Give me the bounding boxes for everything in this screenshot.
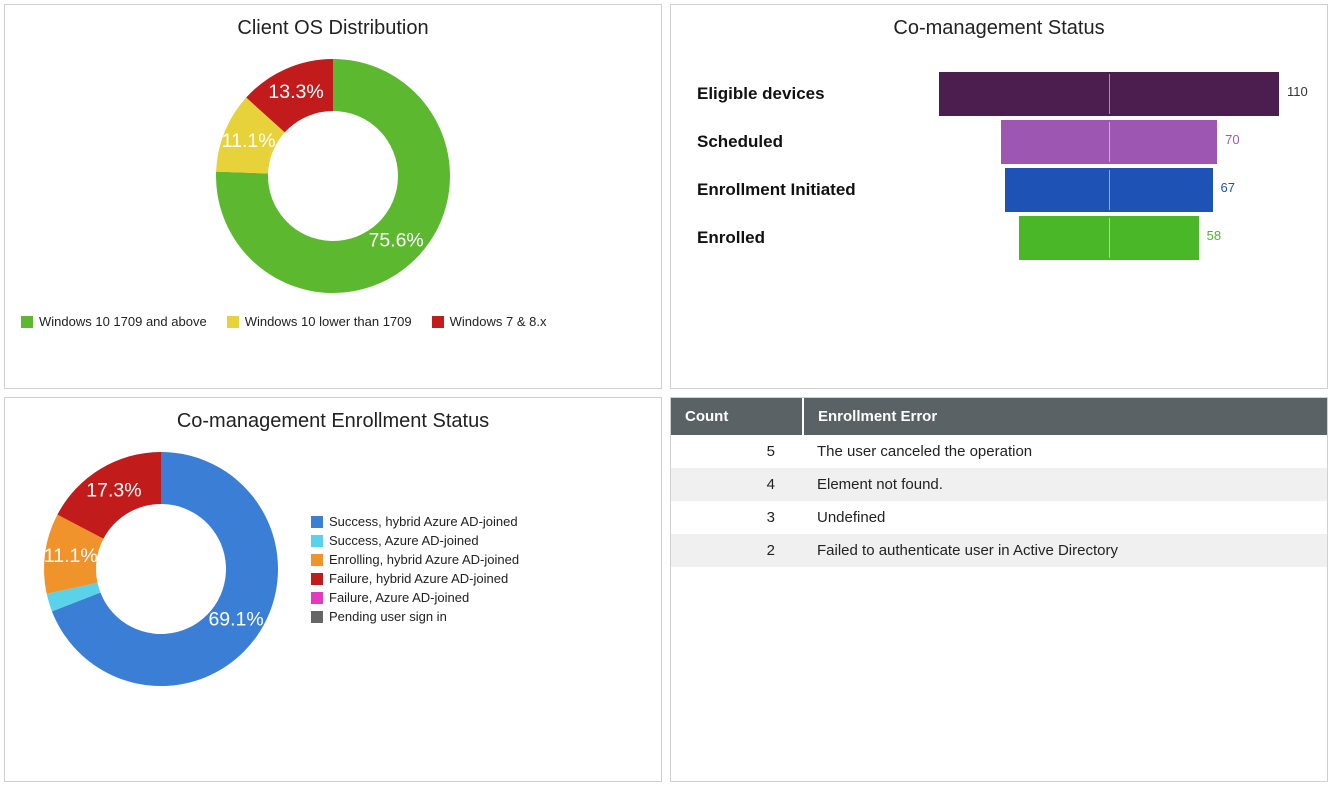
legend-item[interactable]: Enrolling, hybrid Azure AD-joined [311,552,519,567]
funnel-bar-value: 70 [1225,132,1239,147]
legend-label: Windows 7 & 8.x [450,314,547,329]
funnel-chart[interactable]: Eligible devicesScheduledEnrollment Init… [687,70,1311,270]
funnel-bar[interactable] [1005,168,1212,212]
legend-item[interactable]: Success, Azure AD-joined [311,533,519,548]
legend-label: Windows 10 1709 and above [39,314,207,329]
funnel-bar-value: 67 [1221,180,1235,195]
error-table: Count Enrollment Error 5The user cancele… [671,398,1327,567]
card-enrollment-status: Co-management Enrollment Status 69.1% 11.… [4,397,662,782]
donut-slice-label: 13.3% [268,81,323,103]
legend-item[interactable]: Pending user sign in [311,609,519,624]
donut-os-wrap: 75.6% 11.1% 13.3% [21,46,645,306]
legend-label: Success, hybrid Azure AD-joined [329,514,518,529]
legend-label: Failure, hybrid Azure AD-joined [329,571,508,586]
legend-swatch [311,573,323,585]
legend-label: Windows 10 lower than 1709 [245,314,412,329]
donut-enroll-wrap: 69.1% 11.1% 17.3% Success, hybrid Azure AD… [21,439,645,699]
table-cell-count: 4 [671,468,803,501]
legend-item[interactable]: Failure, Azure AD-joined [311,590,519,605]
donut-slice-label: 17.3% [86,479,141,501]
legend-swatch [311,535,323,547]
table-header-error[interactable]: Enrollment Error [803,398,1327,435]
donut-slice-label: 75.6% [368,230,423,252]
table-header-count[interactable]: Count [671,398,803,435]
legend-swatch [311,516,323,528]
legend-label: Failure, Azure AD-joined [329,590,469,605]
funnel-stage-label: Scheduled [697,118,897,166]
legend-label: Pending user sign in [329,609,447,624]
table-cell-error: Element not found. [803,468,1327,501]
table-row[interactable]: 2Failed to authenticate user in Active D… [671,534,1327,567]
donut-slice-label: 11.1% [44,545,98,567]
legend-enrollment: Success, hybrid Azure AD-joined Success, … [311,514,519,624]
legend-item[interactable]: Failure, hybrid Azure AD-joined [311,571,519,586]
legend-swatch [432,316,444,328]
legend-label: Enrolling, hybrid Azure AD-joined [329,552,519,567]
legend-swatch [311,554,323,566]
table-row[interactable]: 3Undefined [671,501,1327,534]
legend-swatch [311,611,323,623]
table-cell-count: 2 [671,534,803,567]
legend-label: Success, Azure AD-joined [329,533,479,548]
card-title: Co-management Enrollment Status [21,410,645,433]
funnel-labels: Eligible devicesScheduledEnrollment Init… [697,70,897,262]
table-cell-error: Failed to authenticate user in Active Di… [803,534,1327,567]
legend-item[interactable]: Windows 7 & 8.x [432,314,547,329]
funnel-bars: 110706758 [917,70,1301,270]
funnel-stage-label: Enrollment Initiated [697,166,897,214]
funnel-bar[interactable] [939,72,1279,116]
card-title: Client OS Distribution [21,17,645,40]
donut-slice-label: 11.1% [222,130,276,152]
legend-swatch [311,592,323,604]
card-comanagement-status: Co-management Status Eligible devicesSch… [670,4,1328,389]
table-row[interactable]: 4Element not found. [671,468,1327,501]
card-enrollment-errors: Count Enrollment Error 5The user cancele… [670,397,1328,782]
legend-swatch [227,316,239,328]
legend-os: Windows 10 1709 and above Windows 10 lowe… [21,314,645,329]
funnel-bar[interactable] [1001,120,1217,164]
donut-chart-os[interactable]: 75.6% 11.1% 13.3% [203,46,463,306]
funnel-bar-value: 58 [1207,228,1221,243]
table-cell-error: Undefined [803,501,1327,534]
funnel-bar[interactable] [1019,216,1198,260]
table-cell-count: 5 [671,435,803,468]
legend-item[interactable]: Success, hybrid Azure AD-joined [311,514,519,529]
table-cell-error: The user canceled the operation [803,435,1327,468]
legend-item[interactable]: Windows 10 1709 and above [21,314,207,329]
dashboard-grid: Client OS Distribution 75.6% 11.1% 13.3% W… [0,0,1332,786]
donut-chart-enrollment[interactable]: 69.1% 11.1% 17.3% [31,439,291,699]
card-title: Co-management Status [687,17,1311,40]
funnel-bar-value: 110 [1287,84,1308,99]
legend-swatch [21,316,33,328]
table-row[interactable]: 5The user canceled the operation [671,435,1327,468]
funnel-stage-label: Enrolled [697,214,897,262]
card-os-distribution: Client OS Distribution 75.6% 11.1% 13.3% W… [4,4,662,389]
table-cell-count: 3 [671,501,803,534]
legend-item[interactable]: Windows 10 lower than 1709 [227,314,412,329]
funnel-stage-label: Eligible devices [697,70,897,118]
donut-slice-label: 69.1% [208,609,263,631]
